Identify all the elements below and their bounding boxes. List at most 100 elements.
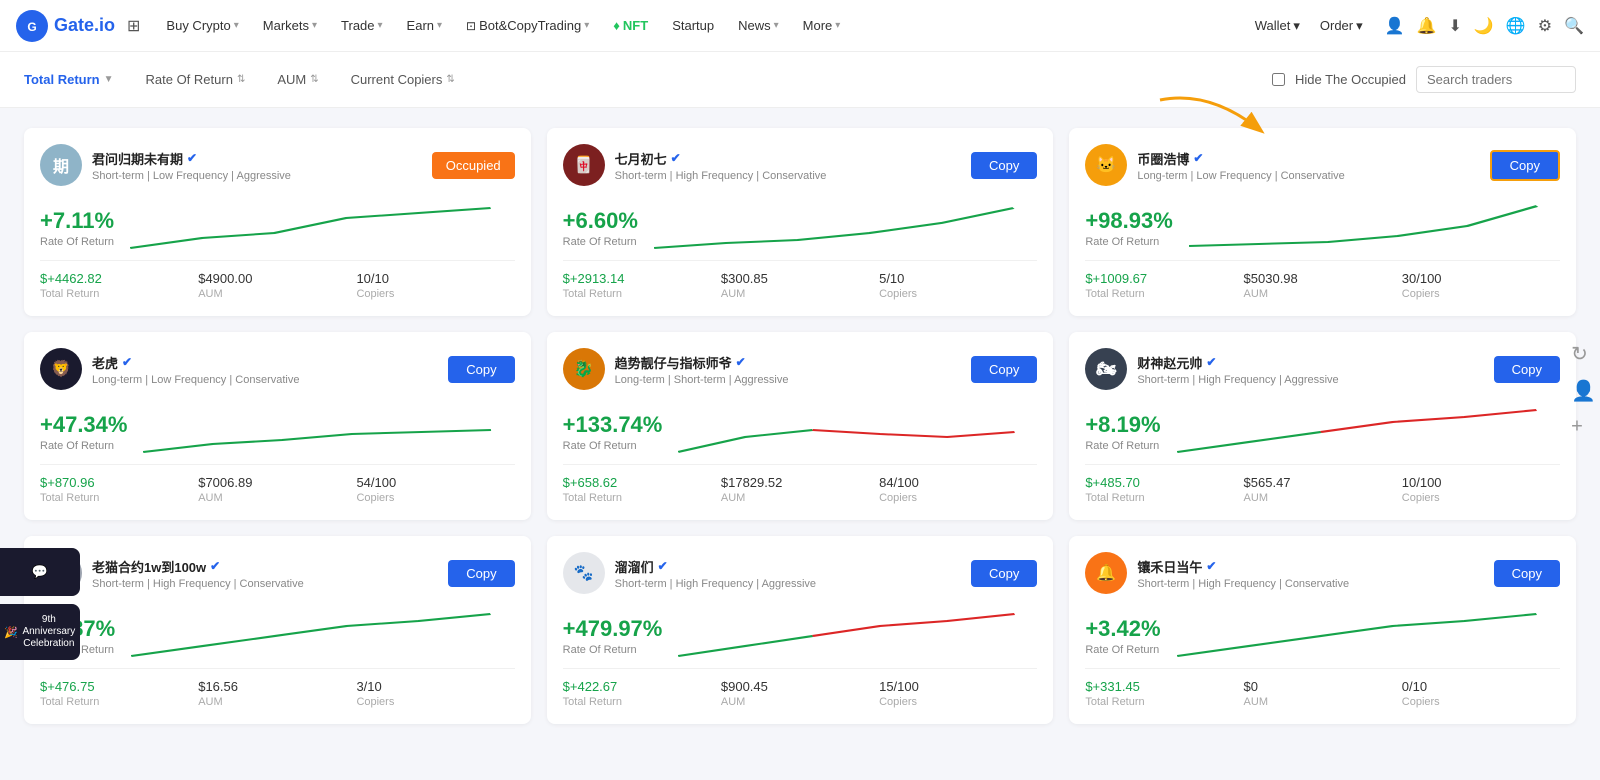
nav-buy-crypto[interactable]: Buy Crypto ▾ bbox=[156, 12, 248, 39]
aum-label: AUM bbox=[198, 288, 356, 300]
stat-aum: $4900.00 AUM bbox=[198, 271, 356, 300]
chart-area: +3.42% Rate Of Return bbox=[1085, 606, 1560, 656]
copy-button[interactable]: Copy bbox=[1490, 150, 1560, 181]
nav-trade[interactable]: Trade ▾ bbox=[331, 12, 393, 39]
filter-rate-of-return[interactable]: Rate Of Return ⇅ bbox=[146, 72, 246, 87]
stat-aum: $0 AUM bbox=[1244, 679, 1402, 708]
filter-total-return[interactable]: Total Return ▼ bbox=[24, 72, 114, 87]
theme-icon[interactable]: 🌙 bbox=[1474, 16, 1494, 36]
card-stats: $+485.70 Total Return $565.47 AUM 10/100… bbox=[1085, 464, 1560, 504]
copiers-value: 54/100 bbox=[356, 475, 514, 490]
settings-icon[interactable]: ⚙ bbox=[1538, 16, 1552, 36]
stat-copiers: 15/100 Copiers bbox=[879, 679, 1037, 708]
trader-tags: Long-term | Low Frequency | Conservative bbox=[1137, 170, 1344, 182]
total-return-label: Total Return bbox=[40, 696, 198, 708]
nav-wallet[interactable]: Wallet ▾ bbox=[1249, 14, 1306, 38]
refresh-icon[interactable]: ↻ bbox=[1571, 342, 1596, 367]
card-header: 🐾 溜溜们 ✔ Short-term | High Frequency | Ag… bbox=[563, 552, 1038, 594]
trader-info: 🀄 七月初七 ✔ Short-term | High Frequency | C… bbox=[563, 144, 827, 186]
verified-icon: ✔ bbox=[187, 151, 197, 165]
nav-more[interactable]: More ▾ bbox=[793, 12, 851, 39]
nav-earn[interactable]: Earn ▾ bbox=[397, 12, 453, 39]
svg-text:G: G bbox=[27, 20, 36, 34]
filter-aum[interactable]: AUM ⇅ bbox=[277, 72, 318, 87]
stat-total-return: $+4462.82 Total Return bbox=[40, 271, 198, 300]
language-icon[interactable]: 🌐 bbox=[1506, 16, 1526, 36]
traders-grid: 期 君问归期未有期 ✔ Short-term | Low Frequency |… bbox=[0, 108, 1600, 744]
sort-icon: ⇅ bbox=[237, 74, 245, 85]
trader-tags: Short-term | High Frequency | Aggressive bbox=[615, 578, 816, 590]
stat-aum: $5030.98 AUM bbox=[1244, 271, 1402, 300]
stat-aum: $7006.89 AUM bbox=[198, 475, 356, 504]
copy-button[interactable]: Copy bbox=[971, 356, 1037, 383]
stat-total-return: $+476.75 Total Return bbox=[40, 679, 198, 708]
aum-value: $5030.98 bbox=[1244, 271, 1402, 286]
copy-button[interactable]: Copy bbox=[1494, 560, 1560, 587]
mini-chart bbox=[1177, 606, 1560, 656]
avatar: 🔔 bbox=[1085, 552, 1127, 594]
trader-name: 溜溜们 ✔ bbox=[615, 557, 816, 576]
celebration-label: Celebration bbox=[22, 638, 76, 650]
occupied-button[interactable]: Occupied bbox=[432, 152, 515, 179]
chart-area: +98.93% Rate Of Return bbox=[1085, 198, 1560, 248]
stat-aum: $565.47 AUM bbox=[1244, 475, 1402, 504]
nav-nft[interactable]: ♦ NFT bbox=[603, 12, 658, 39]
stat-total-return: $+1009.67 Total Return bbox=[1085, 271, 1243, 300]
nav-order[interactable]: Order ▾ bbox=[1314, 14, 1369, 38]
copiers-label: Copiers bbox=[879, 696, 1037, 708]
trader-tags: Long-term | Short-term | Aggressive bbox=[615, 374, 789, 386]
chevron-down-icon: ▾ bbox=[774, 20, 779, 31]
search-traders-input[interactable] bbox=[1416, 66, 1576, 93]
stat-total-return: $+422.67 Total Return bbox=[563, 679, 721, 708]
aum-value: $16.56 bbox=[198, 679, 356, 694]
chart-area: +133.74% Rate Of Return bbox=[563, 402, 1038, 452]
copy-button[interactable]: Copy bbox=[971, 152, 1037, 179]
sort-icon: ⇅ bbox=[446, 74, 454, 85]
bell-icon[interactable]: 🔔 bbox=[1417, 16, 1437, 36]
chevron-down-icon: ▾ bbox=[378, 20, 383, 31]
total-return-label: Total Return bbox=[40, 492, 198, 504]
trader-card: 💼 老猫合约1w到100w ✔ Short-term | High Freque… bbox=[24, 536, 531, 724]
download-icon[interactable]: ⬇ bbox=[1448, 16, 1461, 36]
user-icon[interactable]: 👤 bbox=[1385, 16, 1405, 36]
stat-copiers: 54/100 Copiers bbox=[356, 475, 514, 504]
verified-icon: ✔ bbox=[122, 355, 132, 369]
celebration-widget[interactable]: 🎉 🎉 9th Anniversary Celebration bbox=[0, 604, 80, 660]
filter-right: Hide The Occupied bbox=[1272, 66, 1576, 93]
copy-button[interactable]: Copy bbox=[448, 560, 514, 587]
nav-grid-icon[interactable]: ⊞ bbox=[127, 16, 140, 36]
right-float-widgets: ↻ 👤 + bbox=[1571, 342, 1600, 439]
search-icon[interactable]: 🔍 bbox=[1564, 16, 1584, 36]
logo[interactable]: G Gate.io bbox=[16, 10, 115, 42]
stat-aum: $17829.52 AUM bbox=[721, 475, 879, 504]
sort-icon: ▼ bbox=[104, 74, 114, 85]
total-return-value: $+331.45 bbox=[1085, 679, 1243, 694]
trader-info: 🏍 财神赵元帅 ✔ Short-term | High Frequency | … bbox=[1085, 348, 1338, 390]
hide-occupied-toggle[interactable]: Hide The Occupied bbox=[1272, 72, 1406, 87]
trader-tags: Short-term | High Frequency | Conservati… bbox=[615, 170, 827, 182]
navbar: G Gate.io ⊞ Buy Crypto ▾ Markets ▾ Trade… bbox=[0, 0, 1600, 52]
sort-icon: ⇅ bbox=[310, 74, 318, 85]
copy-button[interactable]: Copy bbox=[448, 356, 514, 383]
nav-news[interactable]: News ▾ bbox=[728, 12, 789, 39]
aum-value: $300.85 bbox=[721, 271, 879, 286]
aum-label: AUM bbox=[198, 492, 356, 504]
copy-button[interactable]: Copy bbox=[1494, 356, 1560, 383]
copy-button[interactable]: Copy bbox=[971, 560, 1037, 587]
nav-startup[interactable]: Startup bbox=[662, 12, 724, 39]
profile-icon[interactable]: 👤 bbox=[1571, 379, 1596, 404]
trader-card: 🦁 老虎 ✔ Long-term | Low Frequency | Conse… bbox=[24, 332, 531, 520]
verified-icon: ✔ bbox=[658, 559, 668, 573]
add-icon[interactable]: + bbox=[1571, 416, 1596, 439]
hide-occupied-checkbox[interactable] bbox=[1272, 73, 1285, 86]
nav-bot-copytrading[interactable]: ⊡ Bot&CopyTrading ▾ bbox=[456, 12, 599, 39]
card-stats: $+476.75 Total Return $16.56 AUM 3/10 Co… bbox=[40, 668, 515, 708]
filter-current-copiers[interactable]: Current Copiers ⇅ bbox=[351, 72, 455, 87]
chat-widget[interactable]: 💬 bbox=[0, 548, 80, 596]
mini-chart bbox=[143, 402, 514, 452]
card-header: 期 君问归期未有期 ✔ Short-term | Low Frequency |… bbox=[40, 144, 515, 186]
rate-value: +7.11% bbox=[40, 208, 114, 234]
stat-aum: $900.45 AUM bbox=[721, 679, 879, 708]
total-return-value: $+1009.67 bbox=[1085, 271, 1243, 286]
nav-markets[interactable]: Markets ▾ bbox=[253, 12, 327, 39]
